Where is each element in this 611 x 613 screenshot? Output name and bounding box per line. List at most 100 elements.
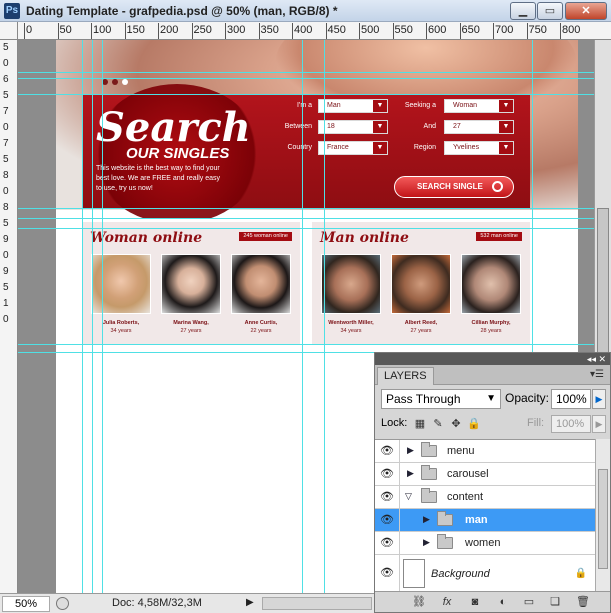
collapse-triangle-icon[interactable]: ▽: [405, 491, 412, 502]
region-label: Region: [413, 144, 436, 151]
add-mask-icon[interactable]: ◙: [467, 595, 483, 609]
layer-list-scrollbar[interactable]: [595, 439, 610, 591]
expand-triangle-icon[interactable]: ▶: [423, 537, 430, 548]
ruler-tick: [191, 23, 193, 39]
layer-name: women: [465, 537, 501, 549]
fx-icon[interactable]: fx: [439, 595, 455, 609]
person-name: Albert Reed,: [404, 320, 438, 326]
new-group-icon[interactable]: ▭: [521, 595, 537, 609]
person-name: Julia Roberts,: [102, 320, 140, 326]
layer-name: Background: [431, 568, 490, 580]
scrollbar-thumb[interactable]: [598, 469, 608, 569]
and-value: 27: [453, 123, 461, 130]
country-select: France ▼: [318, 141, 388, 155]
guide-line[interactable]: [18, 228, 594, 229]
fill-input[interactable]: 100%: [551, 415, 591, 433]
expand-triangle-icon[interactable]: ▶: [423, 514, 430, 525]
adjustment-layer-icon[interactable]: ◐: [495, 595, 511, 609]
restore-button[interactable]: ▭: [537, 2, 563, 20]
guide-line[interactable]: [82, 40, 83, 593]
eye-separator: [399, 555, 400, 592]
lock-position-icon[interactable]: ✥: [449, 417, 463, 431]
document-size-info[interactable]: Doc: 4,58M/32,3M: [112, 597, 202, 609]
guide-line[interactable]: [18, 94, 594, 95]
ruler-tick: [459, 23, 461, 39]
person-card: Julia Roberts, 34 years: [90, 254, 152, 334]
layer-row-background[interactable]: 👁 Background 🔒: [375, 555, 595, 592]
fill-arrow-icon[interactable]: ▶: [592, 415, 606, 433]
lock-brush-icon[interactable]: ✎: [431, 417, 445, 431]
eye-icon[interactable]: 👁: [379, 537, 395, 549]
guide-line[interactable]: [18, 78, 594, 79]
eye-icon[interactable]: 👁: [379, 514, 395, 526]
layer-row-man[interactable]: 👁 ▶ man: [375, 509, 595, 532]
eye-icon[interactable]: 👁: [379, 491, 395, 503]
guide-line[interactable]: [18, 72, 594, 73]
ruler-tick: [91, 23, 92, 39]
eye-icon[interactable]: 👁: [379, 567, 395, 579]
layer-row-carousel[interactable]: 👁 ▶ carousel: [375, 463, 595, 486]
ruler-tick: [426, 23, 427, 39]
ruler-tick-label: 6: [3, 74, 9, 85]
guide-line[interactable]: [92, 40, 93, 593]
men-badge: 532 man online: [476, 232, 522, 241]
person-photo: [321, 254, 381, 314]
horizontal-scrollbar[interactable]: [262, 597, 372, 610]
guide-line[interactable]: [18, 344, 594, 345]
blend-mode-select[interactable]: Pass Through ▼: [381, 389, 501, 409]
zoom-field[interactable]: 50%: [2, 596, 50, 612]
lock-all-icon[interactable]: 🔒: [467, 417, 481, 431]
expand-triangle-icon[interactable]: ▶: [407, 468, 414, 479]
women-title: Woman online: [90, 230, 203, 246]
layer-row-content[interactable]: 👁 ▽ content: [375, 486, 595, 509]
ruler-tick-label: 200: [160, 24, 179, 36]
guide-line[interactable]: [324, 40, 325, 593]
women-badge: 245 woman online: [239, 232, 292, 241]
link-layers-icon[interactable]: ⛓: [411, 595, 427, 609]
horizontal-ruler[interactable]: 0 50 100 150 200 250 300 350 400 450 500 550 600 650 7…: [18, 22, 611, 40]
folder-icon: [421, 488, 437, 503]
panel-collapse-close-icons[interactable]: ◂◂ ✕: [587, 353, 606, 365]
seeking-value: Woman: [453, 102, 477, 109]
carousel-dots: [102, 72, 132, 90]
eye-separator: [399, 509, 400, 532]
panel-menu-icon[interactable]: ▾☰: [590, 369, 604, 380]
men-title: Man online: [320, 230, 409, 246]
new-layer-icon[interactable]: ❏: [547, 595, 563, 609]
fill-label: Fill:: [527, 417, 545, 429]
person-age: 22 years: [250, 328, 272, 334]
person-name: Anne Curtis,: [244, 320, 278, 326]
ruler-tick: [57, 23, 59, 39]
tab-layers[interactable]: LAYERS: [377, 367, 434, 385]
panel-bottom-toolbar: ⛓ fx ◙ ◐ ▭ ❏ 🗑: [375, 591, 610, 612]
minimize-button[interactable]: ▁: [510, 2, 536, 20]
vertical-ruler[interactable]: 5 0 6 5 7 0 7 5 8 0 8 5 9 0 9 5 1 0: [0, 40, 18, 593]
layer-row-women[interactable]: 👁 ▶ women: [375, 532, 595, 555]
scrollbar-thumb[interactable]: [597, 208, 609, 358]
between-label: Between: [284, 123, 312, 130]
expand-triangle-icon[interactable]: ▶: [407, 445, 414, 456]
guide-line[interactable]: [18, 218, 594, 219]
eye-icon[interactable]: 👁: [379, 468, 395, 480]
lock-icon: 🔒: [574, 568, 587, 579]
layer-row-menu[interactable]: 👁 ▶ menu: [375, 440, 595, 463]
guide-line[interactable]: [302, 40, 303, 593]
person-card: Wentworth Miller, 34 years: [320, 254, 382, 334]
guide-line[interactable]: [102, 40, 103, 593]
opacity-arrow-icon[interactable]: ▶: [592, 389, 606, 409]
opacity-input[interactable]: 100%: [551, 389, 591, 409]
guide-line[interactable]: [18, 208, 594, 209]
ruler-tick-label: 50: [59, 24, 72, 36]
ruler-origin[interactable]: [0, 22, 18, 40]
eye-icon[interactable]: 👁: [379, 445, 395, 457]
close-button[interactable]: ✕: [565, 2, 607, 20]
lock-transparency-icon[interactable]: ▦: [413, 417, 427, 431]
person-card: Anne Curtis, 22 years: [230, 254, 292, 334]
eye-separator: [399, 463, 400, 486]
status-menu-arrow[interactable]: ▶: [246, 597, 254, 608]
window-title: Dating Template - grafpedia.psd @ 50% (m…: [26, 4, 338, 18]
trash-icon[interactable]: 🗑: [575, 595, 591, 609]
person-card: Marina Wang, 27 years: [160, 254, 222, 334]
status-info-icon[interactable]: [56, 597, 69, 610]
ruler-tick: [359, 23, 360, 39]
